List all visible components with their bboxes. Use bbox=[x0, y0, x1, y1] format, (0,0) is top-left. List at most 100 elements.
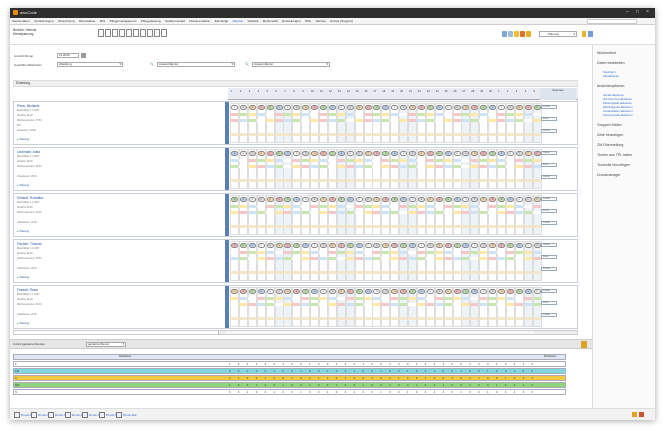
shift-bubble[interactable]: N bbox=[533, 289, 541, 294]
shift-bubble[interactable]: U bbox=[444, 289, 452, 294]
shift-bubble[interactable]: X bbox=[355, 151, 363, 156]
menu-item[interactable]: Dienste bbox=[313, 18, 328, 23]
shift-bubble[interactable]: F bbox=[453, 289, 461, 294]
shift-bubble[interactable]: X bbox=[337, 243, 345, 248]
shift-bubble[interactable]: F bbox=[471, 243, 479, 248]
shift-bubble[interactable]: F bbox=[248, 289, 256, 294]
shift-bubble[interactable]: N bbox=[337, 197, 345, 202]
shift-bubble[interactable]: N bbox=[480, 289, 488, 294]
shift-bubble[interactable]: F bbox=[275, 105, 283, 110]
edit-icon[interactable] bbox=[581, 341, 587, 348]
shift-bubble[interactable]: U bbox=[515, 197, 523, 202]
shift-bubble[interactable]: U bbox=[400, 243, 408, 248]
shift-bubble[interactable]: N bbox=[489, 243, 497, 248]
planning-link[interactable]: Planung bbox=[17, 138, 30, 141]
shift-bubble[interactable]: S bbox=[533, 243, 541, 248]
shift-bubble[interactable]: F bbox=[480, 151, 488, 156]
shift-bubble[interactable]: F bbox=[426, 151, 434, 156]
shift-bubble[interactable]: F bbox=[524, 243, 532, 248]
bottom-select[interactable]: geplante Dienst bbox=[86, 342, 126, 347]
shift-bubble[interactable]: U bbox=[524, 151, 532, 156]
shift-bubble[interactable]: S bbox=[426, 243, 434, 248]
shift-bubble[interactable]: F bbox=[328, 105, 336, 110]
shift-bubble[interactable]: U bbox=[293, 243, 301, 248]
shift-bubble[interactable]: F bbox=[515, 243, 523, 248]
shift-bubble[interactable]: N bbox=[506, 151, 514, 156]
shift-bubble[interactable]: F bbox=[320, 197, 327, 202]
shift-bubble[interactable]: X bbox=[524, 105, 532, 110]
sidebar-item[interactable]: Wochentest bbox=[597, 51, 616, 55]
employee-name[interactable]: Pieus, Michaels bbox=[17, 104, 39, 108]
menu-item[interactable]: Dokumentation bbox=[187, 18, 212, 23]
shift-bubble[interactable]: F bbox=[302, 243, 310, 248]
shift-bubble[interactable]: N bbox=[231, 197, 238, 202]
shift-bubble[interactable]: F bbox=[355, 243, 363, 248]
date-cell[interactable] bbox=[98, 29, 104, 37]
shift-bubble[interactable]: U bbox=[302, 197, 310, 202]
shift-bubble[interactable]: U bbox=[417, 151, 425, 156]
date-cell[interactable] bbox=[112, 29, 118, 37]
date-cell[interactable] bbox=[140, 29, 146, 37]
shift-bubble[interactable]: S bbox=[471, 289, 479, 294]
shift-bubble[interactable]: X bbox=[444, 243, 452, 248]
shift-bubble[interactable]: U bbox=[231, 289, 238, 294]
shift-bubble[interactable]: X bbox=[453, 197, 461, 202]
planning-link[interactable]: Planung bbox=[17, 184, 30, 187]
service-select-1[interactable]: Auswertdienst bbox=[157, 62, 235, 67]
shift-bubble[interactable]: F bbox=[346, 289, 354, 294]
copy-icon[interactable] bbox=[508, 31, 513, 37]
shift-bubble[interactable]: N bbox=[391, 197, 399, 202]
shift-bubble[interactable]: F bbox=[498, 105, 505, 110]
shift-bubble[interactable]: N bbox=[355, 105, 363, 110]
shift-bubble[interactable]: F bbox=[515, 289, 523, 294]
shift-bubble[interactable]: X bbox=[435, 289, 443, 294]
shift-bubble[interactable]: S bbox=[453, 105, 461, 110]
shift-bubble[interactable]: S bbox=[417, 289, 425, 294]
shift-bubble[interactable]: N bbox=[382, 243, 390, 248]
shift-bubble[interactable]: F bbox=[391, 105, 399, 110]
sidebar-item[interactable]: Tourzeile hinzufügen bbox=[597, 163, 630, 167]
shift-bubble[interactable]: F bbox=[435, 151, 443, 156]
shift-bubble[interactable]: F bbox=[533, 197, 541, 202]
planning-link[interactable]: Planung bbox=[17, 276, 30, 279]
shift-bubble[interactable]: F bbox=[524, 197, 532, 202]
shift-bubble[interactable]: U bbox=[506, 243, 514, 248]
shift-bubble[interactable]: S bbox=[257, 289, 265, 294]
shift-bubble[interactable]: S bbox=[337, 151, 345, 156]
shift-bubble[interactable]: X bbox=[364, 105, 372, 110]
shift-bubble[interactable]: F bbox=[382, 105, 390, 110]
shift-bubble[interactable]: X bbox=[346, 197, 354, 202]
date-cell[interactable] bbox=[105, 29, 111, 37]
shift-bubble[interactable]: F bbox=[364, 197, 372, 202]
menu-item[interactable]: Strukturmodell bbox=[163, 18, 187, 23]
planning-link[interactable]: Planung bbox=[17, 230, 30, 233]
employee-name[interactable]: Erlhardt, Roswitha bbox=[17, 196, 43, 200]
month-input[interactable]: 11.2016 bbox=[57, 53, 79, 58]
shift-bubble[interactable]: S bbox=[364, 289, 372, 294]
shift-bubble[interactable]: F bbox=[435, 105, 443, 110]
date-cell[interactable] bbox=[133, 29, 139, 37]
shift-bubble[interactable]: F bbox=[328, 151, 336, 156]
shift-bubble[interactable]: F bbox=[364, 243, 372, 248]
shift-bubble[interactable]: S bbox=[346, 105, 354, 110]
group-select[interactable]: Abteilung bbox=[57, 62, 123, 67]
date-cell[interactable] bbox=[154, 29, 160, 37]
user-select[interactable] bbox=[587, 19, 637, 24]
menu-item[interactable]: Einstellungen bbox=[280, 18, 303, 23]
shift-bubble[interactable]: S bbox=[239, 105, 247, 110]
shift-bubble[interactable]: X bbox=[400, 197, 408, 202]
horizontal-scrollbar[interactable] bbox=[13, 330, 578, 335]
planning-link[interactable]: Planung bbox=[17, 322, 30, 325]
shift-bubble[interactable]: X bbox=[506, 197, 514, 202]
shift-bubble[interactable]: F bbox=[471, 197, 479, 202]
shift-bubble[interactable]: F bbox=[533, 151, 541, 156]
shift-bubble[interactable]: F bbox=[311, 197, 319, 202]
shift-bubble[interactable]: U bbox=[409, 197, 416, 202]
shift-bubble[interactable]: N bbox=[515, 105, 523, 110]
shift-bubble[interactable]: X bbox=[231, 243, 238, 248]
shift-bubble[interactable]: U bbox=[266, 105, 274, 110]
shift-bubble[interactable]: U bbox=[248, 197, 256, 202]
shift-bubble[interactable]: S bbox=[400, 105, 408, 110]
shift-bubble[interactable]: N bbox=[266, 289, 274, 294]
shift-bubble[interactable]: N bbox=[328, 243, 336, 248]
